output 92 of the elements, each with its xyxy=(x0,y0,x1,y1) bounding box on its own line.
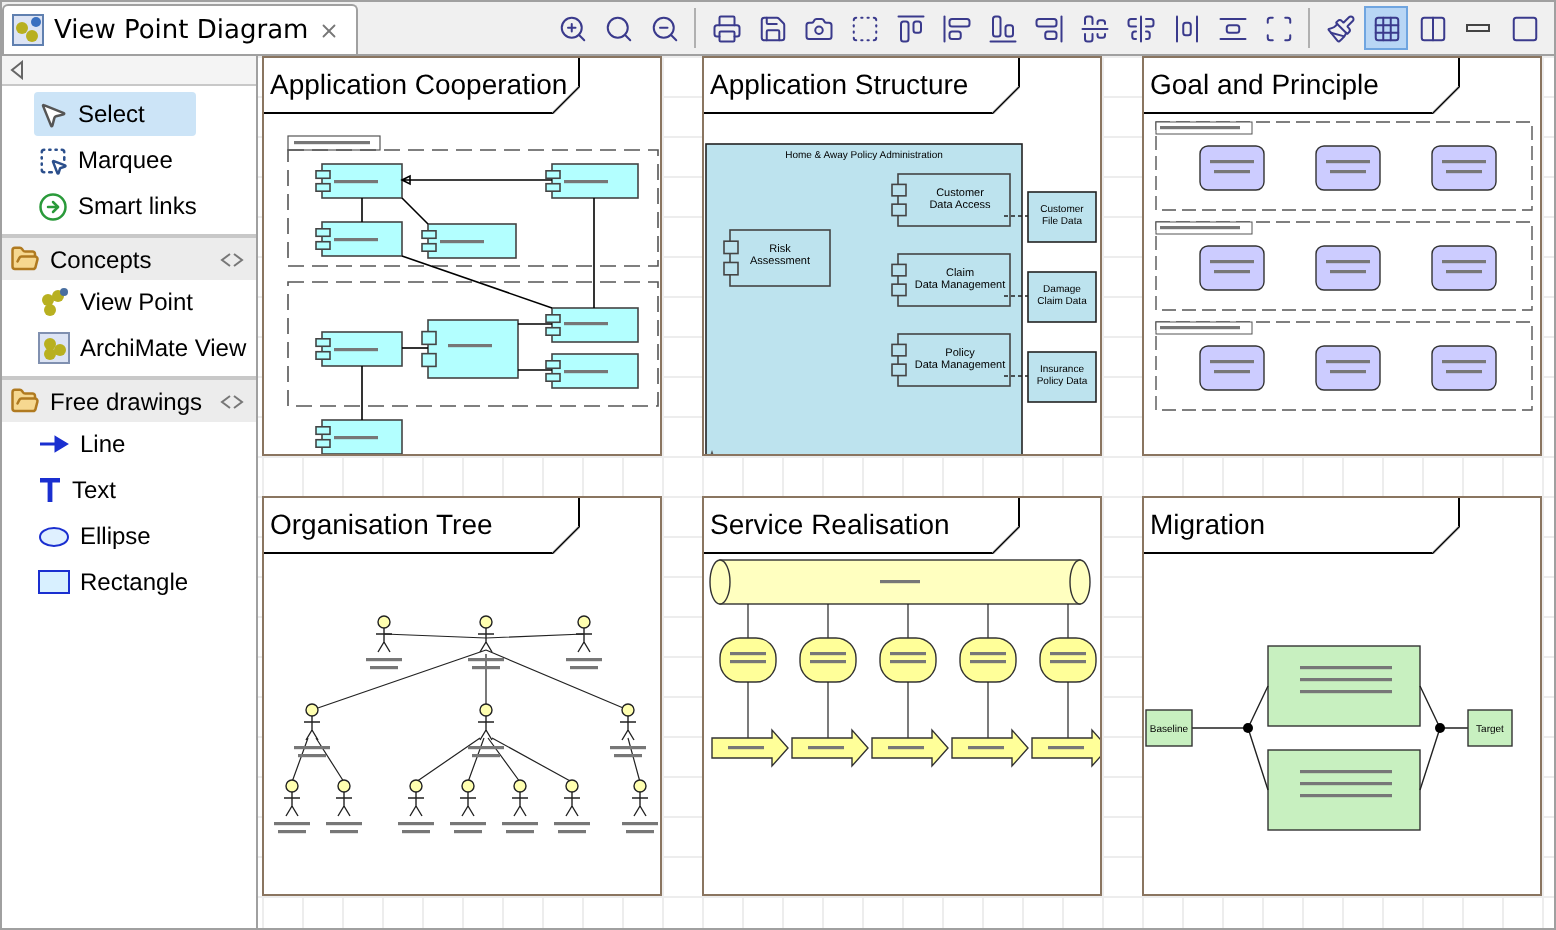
frame-icon xyxy=(1263,13,1293,43)
arrow-line-icon xyxy=(38,434,70,454)
zoom-in-icon xyxy=(557,13,587,43)
component-box xyxy=(315,163,403,199)
tool-label: ArchiMate View xyxy=(80,334,247,362)
minimize-icon xyxy=(1466,24,1490,32)
align-top-icon xyxy=(895,13,925,43)
palette-tool[interactable]: Smart links xyxy=(34,184,256,228)
tool-label: Smart links xyxy=(78,192,197,220)
close-icon[interactable] xyxy=(318,19,341,41)
palette-tool[interactable]: Line xyxy=(34,422,256,466)
dots-icon xyxy=(38,286,70,318)
pointer-icon xyxy=(38,99,68,129)
diagram-card[interactable]: Goal and Principle xyxy=(1142,56,1542,456)
tool-label: View Point xyxy=(80,288,193,316)
diagram-title: Migration xyxy=(1144,498,1460,554)
align-center-icon xyxy=(1125,13,1155,43)
component-box xyxy=(891,173,1011,227)
align-left-icon xyxy=(941,13,971,43)
palette-tool[interactable]: Rectangle xyxy=(34,560,256,604)
grid-dots-icon xyxy=(38,332,70,364)
palette-drawer-header[interactable]: Free drawings xyxy=(2,376,256,422)
connector-line xyxy=(1003,215,1029,217)
connector-line xyxy=(1003,375,1029,377)
brush-icon xyxy=(1325,13,1355,43)
target-box xyxy=(1467,709,1513,747)
marquee-icon xyxy=(38,145,68,175)
dashed-square-icon xyxy=(849,13,879,43)
diagram-title: Application Cooperation xyxy=(264,58,580,114)
diagram-title: Service Realisation xyxy=(704,498,1020,554)
palette-tool[interactable]: View Point xyxy=(34,280,256,324)
diagram-card[interactable]: Organisation Tree xyxy=(262,496,662,896)
rectangle-icon xyxy=(38,570,70,594)
drawer-title: Free drawings xyxy=(50,387,203,415)
diagram-card[interactable]: Application Cooperation xyxy=(262,56,662,456)
component-box xyxy=(421,223,517,259)
tool-label: Select xyxy=(78,100,145,128)
component-box xyxy=(315,331,403,367)
data-object-box xyxy=(1027,351,1097,403)
palette-tool[interactable]: Ellipse xyxy=(34,514,256,558)
editor-tab[interactable]: View Point Diagram xyxy=(2,4,359,54)
component-box xyxy=(723,229,831,287)
grid-icon xyxy=(1371,13,1401,43)
tool-label: Marquee xyxy=(78,146,173,174)
diagram-card[interactable]: Service Realisation xyxy=(702,496,1102,896)
component-box xyxy=(891,253,1011,307)
align-bottom-icon xyxy=(987,13,1017,43)
palette-tool[interactable]: Select xyxy=(34,92,196,136)
palette-tool[interactable]: ArchiMate View xyxy=(34,326,256,370)
pin-arrows-icon[interactable] xyxy=(220,251,244,267)
maximize-icon xyxy=(1509,13,1539,43)
folder-icon xyxy=(10,244,40,274)
match-height-icon xyxy=(1171,13,1201,43)
diagram-icon xyxy=(12,14,44,46)
component-box xyxy=(315,221,403,257)
tool-label: Ellipse xyxy=(80,522,151,550)
zoom-reset-icon xyxy=(603,13,633,43)
component-box xyxy=(545,163,639,199)
component-box xyxy=(315,419,403,454)
diagram-title: Application Structure xyxy=(704,58,1020,114)
collapse-arrow-icon[interactable] xyxy=(10,60,24,80)
text-tool-icon xyxy=(38,478,62,502)
align-middle-icon xyxy=(1079,13,1109,43)
component-box xyxy=(421,319,519,379)
printer-icon xyxy=(711,13,741,43)
drawer-title: Concepts xyxy=(50,245,152,273)
zoom-out-icon xyxy=(649,13,679,43)
palette-drawer-header[interactable]: Concepts xyxy=(2,234,256,280)
folder-icon xyxy=(10,386,40,416)
data-object-box xyxy=(1027,191,1097,243)
tool-label: Line xyxy=(80,430,126,458)
align-right-icon xyxy=(1033,13,1063,43)
toolbar-button[interactable] xyxy=(1364,6,1408,50)
pin-arrows-icon[interactable] xyxy=(220,393,244,409)
component-box xyxy=(545,307,639,343)
connector-line xyxy=(1003,295,1029,297)
component-box xyxy=(545,353,639,389)
diagram-title: Organisation Tree xyxy=(264,498,580,554)
data-object-box xyxy=(1027,271,1097,323)
link-icon xyxy=(38,191,68,221)
tool-label: Text xyxy=(72,476,117,504)
camera-icon xyxy=(803,13,833,43)
ellipse-icon xyxy=(38,525,70,547)
save-icon xyxy=(757,13,787,43)
component-box xyxy=(891,333,1011,387)
palette-tool[interactable]: Text xyxy=(34,468,256,512)
match-width-icon xyxy=(1217,13,1247,43)
baseline-box xyxy=(1145,709,1193,747)
palette-tool[interactable]: Marquee xyxy=(34,138,256,182)
diagram-title: Goal and Principle xyxy=(1144,58,1460,114)
columns-icon xyxy=(1417,13,1447,43)
tool-label: Rectangle xyxy=(80,568,189,596)
